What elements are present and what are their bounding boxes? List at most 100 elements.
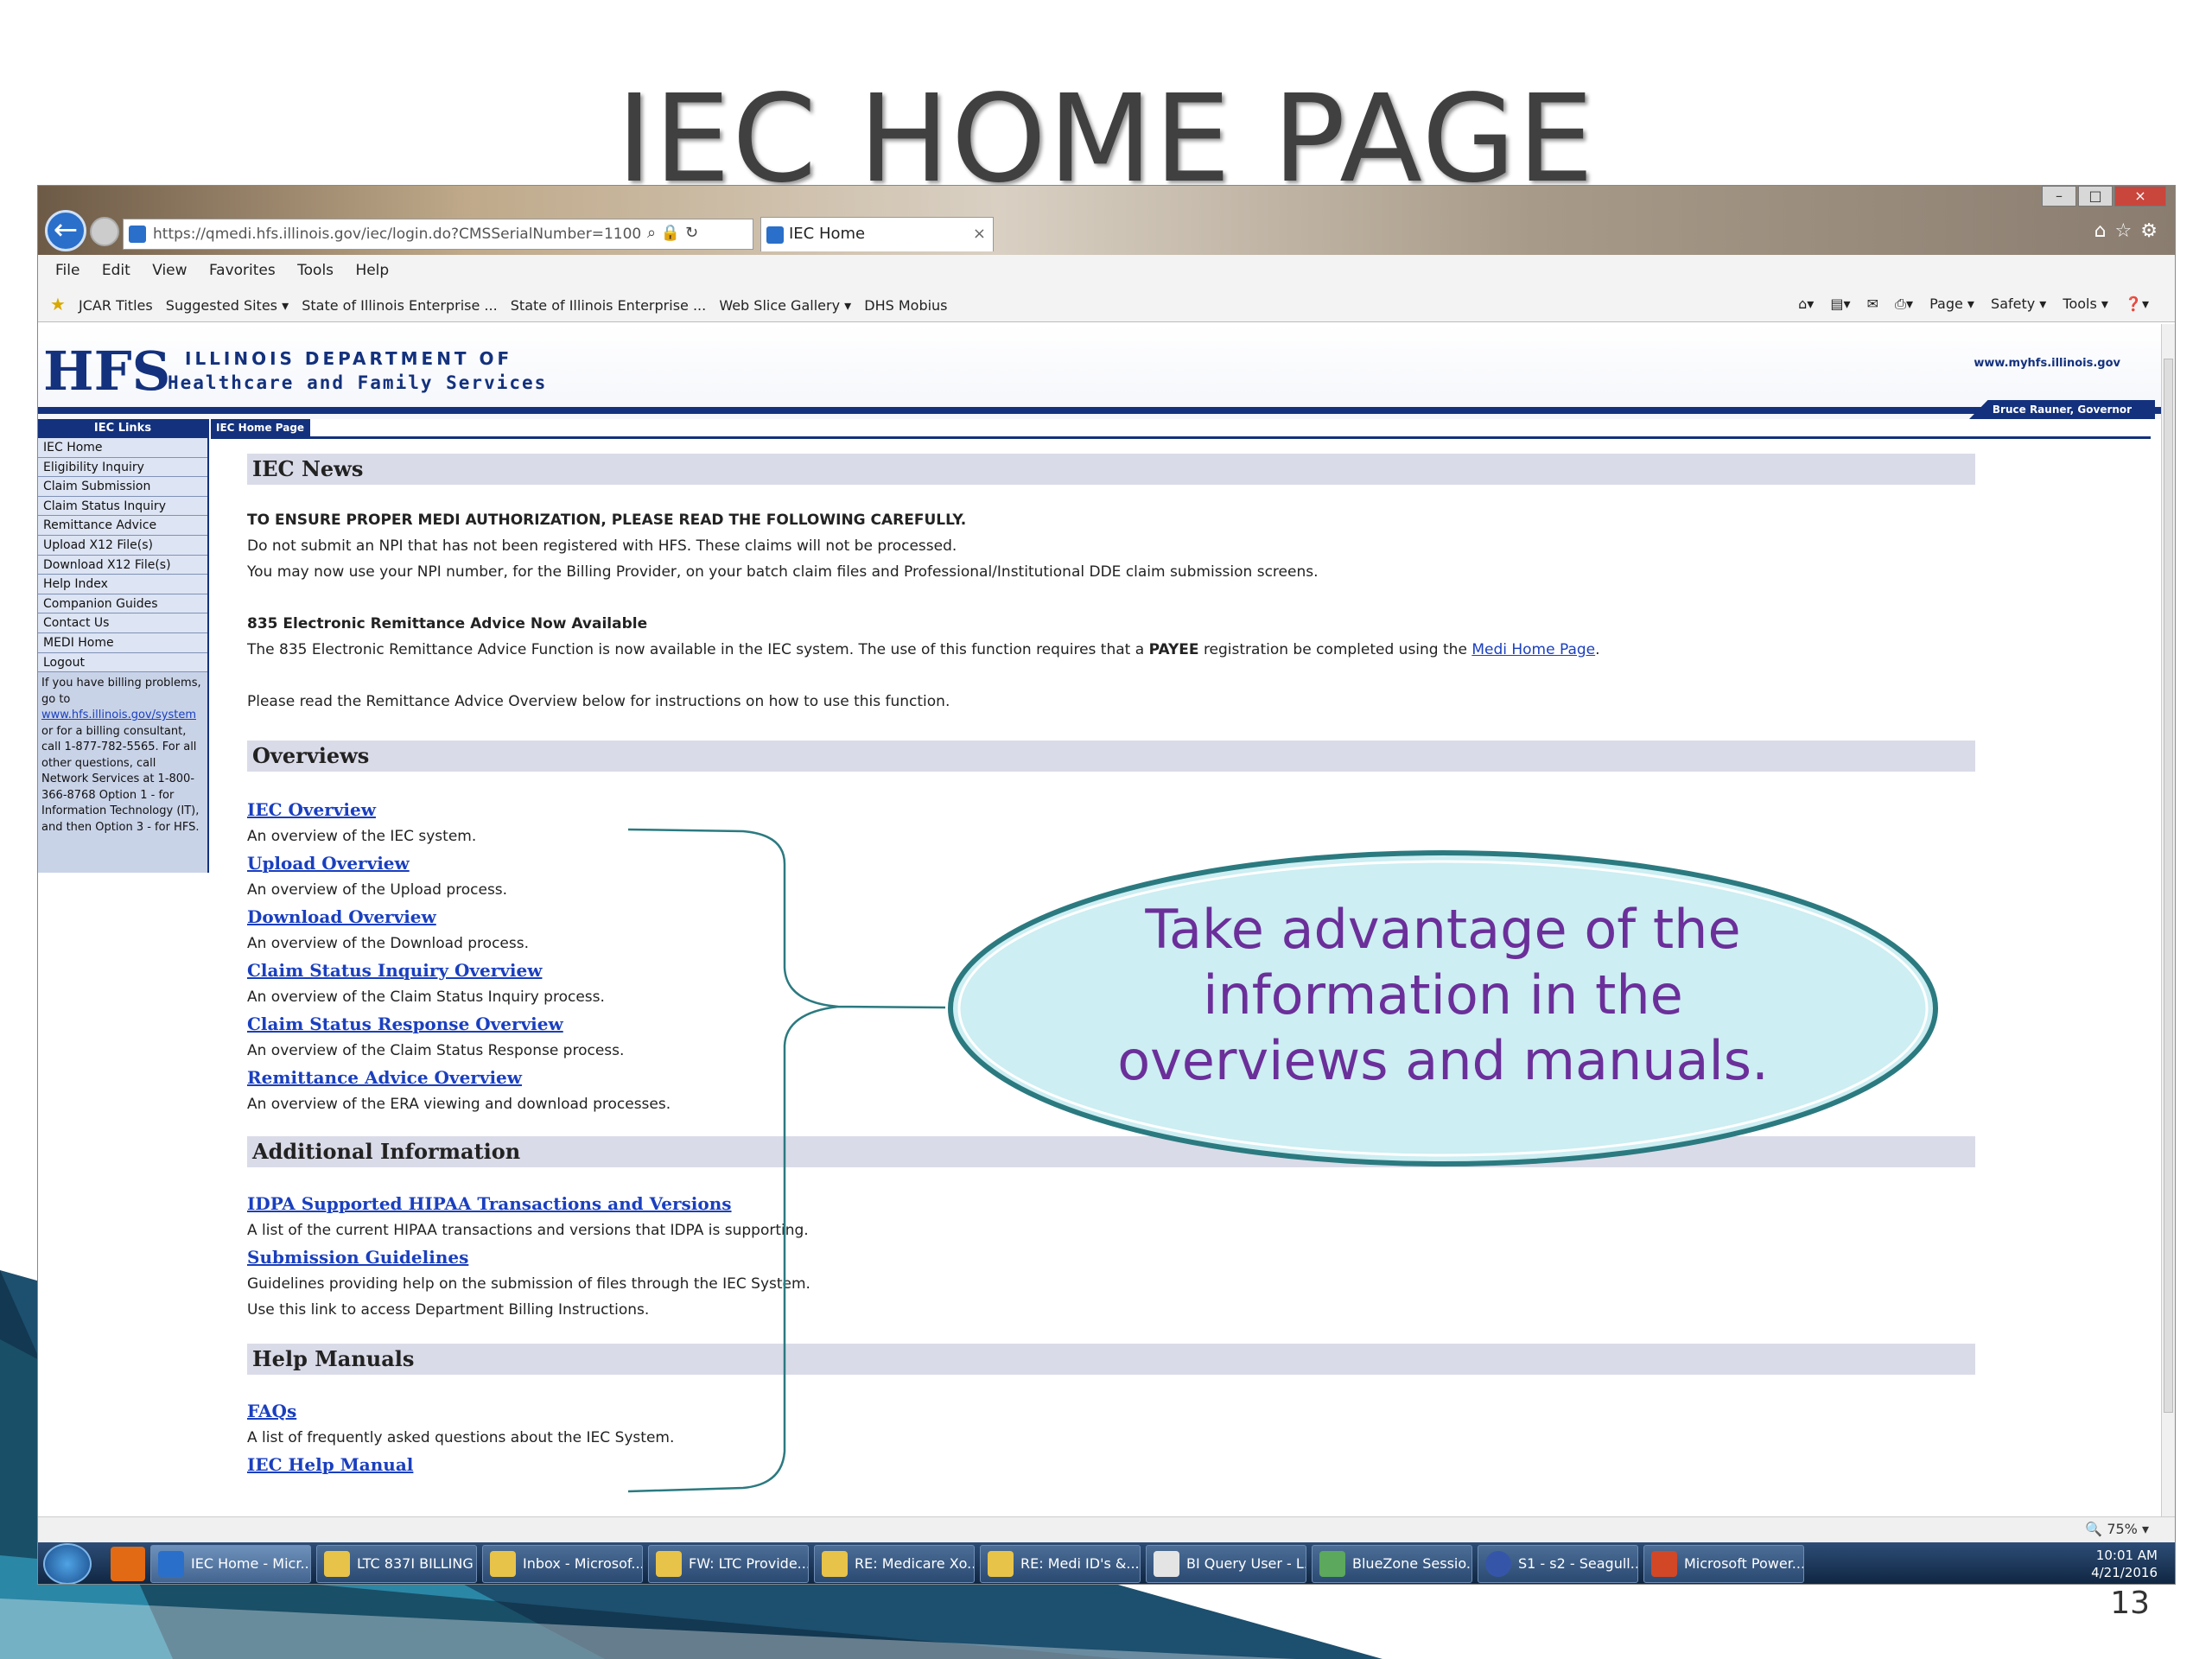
submission-guidelines-link[interactable]: Submission Guidelines xyxy=(247,1243,1975,1271)
medi-home-page-link[interactable]: Medi Home Page xyxy=(1471,641,1595,658)
read-note: Please read the Remittance Advice Overvi… xyxy=(247,693,950,710)
task-seagull[interactable]: S1 - s2 - Seagull... xyxy=(1478,1545,1638,1583)
task-iec-home[interactable]: IEC Home - Micr... xyxy=(150,1545,311,1583)
maximize-button[interactable]: □ xyxy=(2078,186,2113,207)
home-icon[interactable]: ⌂ xyxy=(2094,220,2115,242)
tab-label: IEC Home xyxy=(789,225,866,243)
task-re-medicare[interactable]: RE: Medicare Xo... xyxy=(814,1545,975,1583)
menu-file[interactable]: File xyxy=(55,262,79,279)
cmd-page[interactable]: Page ▾ xyxy=(1929,296,1974,312)
iec-news-heading: IEC News xyxy=(247,454,1975,485)
fav-suggested-sites[interactable]: Suggested Sites ▾ xyxy=(166,297,289,314)
menu-edit[interactable]: Edit xyxy=(102,262,130,279)
zoom-level[interactable]: 🔍 75% ▾ xyxy=(2085,1521,2149,1537)
sidebar-item-claim-status-inquiry[interactable]: Claim Status Inquiry xyxy=(38,496,207,517)
task-re-medi-ids[interactable]: RE: Medi ID's &... xyxy=(980,1545,1141,1583)
outlook-icon xyxy=(490,1551,516,1577)
sidebar-item-upload[interactable]: Upload X12 File(s) xyxy=(38,535,207,556)
media-player-icon[interactable] xyxy=(111,1547,145,1581)
address-url: https://qmedi.hfs.illinois.gov/iec/login… xyxy=(153,226,642,243)
cmd-feeds-icon[interactable]: ▤▾ xyxy=(1830,296,1850,312)
favorites-star-icon[interactable]: ★ xyxy=(50,294,66,315)
task-label: Microsoft Power... xyxy=(1684,1555,1804,1572)
task-inbox[interactable]: Inbox - Microsof... xyxy=(482,1545,643,1583)
lock-icon: 🔒 xyxy=(660,224,681,242)
sidebar-item-medi-home[interactable]: MEDI Home xyxy=(38,632,207,653)
tab-iec-home[interactable]: IEC Home × xyxy=(760,217,994,251)
powerpoint-icon xyxy=(1651,1551,1677,1577)
address-tools[interactable]: ⌕ 🔒 ↻ xyxy=(647,219,698,250)
fav-dhs-mobius[interactable]: DHS Mobius xyxy=(864,297,947,314)
gear-icon[interactable]: ⚙ xyxy=(2140,220,2166,242)
fav-web-slice-gallery[interactable]: Web Slice Gallery ▾ xyxy=(719,297,851,314)
task-powerpoint[interactable]: Microsoft Power... xyxy=(1643,1545,1804,1583)
back-arrow-icon[interactable]: ← xyxy=(45,210,86,251)
ie-icon xyxy=(158,1551,184,1577)
close-button[interactable]: × xyxy=(2114,186,2166,207)
sidebar-item-iec-home[interactable]: IEC Home xyxy=(38,438,207,458)
fav-jcar-titles[interactable]: JCAR Titles xyxy=(79,297,153,314)
menu-tools[interactable]: Tools xyxy=(297,262,334,279)
menu-help[interactable]: Help xyxy=(355,262,389,279)
ie-tab-icon xyxy=(766,226,784,244)
search-icon[interactable]: ⌕ xyxy=(647,224,656,242)
dept-name-line1: ILLINOIS DEPARTMENT OF xyxy=(185,348,513,369)
task-ltc-billing[interactable]: LTC 837I BILLING xyxy=(316,1545,477,1583)
task-bi-query[interactable]: BI Query User - L... xyxy=(1146,1545,1306,1583)
task-fw-ltc[interactable]: FW: LTC Provide... xyxy=(648,1545,809,1583)
page-tab-iec-home[interactable]: IEC Home Page xyxy=(211,419,310,436)
status-bar: 🔍 75% ▾ xyxy=(38,1516,2175,1542)
sidebar-item-download[interactable]: Download X12 File(s) xyxy=(38,555,207,575)
faqs-link[interactable]: FAQs xyxy=(247,1397,1975,1425)
task-bluezone[interactable]: BlueZone Sessio... xyxy=(1312,1545,1472,1583)
vertical-scrollbar[interactable] xyxy=(2161,324,2175,1516)
refresh-icon[interactable]: ↻ xyxy=(685,224,698,242)
task-label: BlueZone Sessio... xyxy=(1352,1555,1472,1572)
sidebar-item-remittance-advice[interactable]: Remittance Advice xyxy=(38,516,207,536)
start-button[interactable] xyxy=(43,1543,92,1584)
cmd-safety[interactable]: Safety ▾ xyxy=(1991,296,2046,312)
hfs-logo[interactable]: HFS xyxy=(43,340,170,403)
iec-help-manual-link[interactable]: IEC Help Manual xyxy=(247,1451,1975,1478)
sidebar-item-contact-us[interactable]: Contact Us xyxy=(38,613,207,633)
close-tab-icon[interactable]: × xyxy=(973,218,986,251)
iec-overview-link[interactable]: IEC Overview xyxy=(247,796,1975,823)
iec-overview-desc: An overview of the IEC system. xyxy=(247,828,477,845)
minimize-button[interactable]: – xyxy=(2042,186,2076,207)
sidebar-item-eligibility-inquiry[interactable]: Eligibility Inquiry xyxy=(38,457,207,478)
site-url: www.myhfs.illinois.gov xyxy=(1974,357,2120,370)
star-icon[interactable]: ☆ xyxy=(2115,220,2141,242)
system-tray[interactable]: 10:01 AM 4/21/2016 xyxy=(2091,1547,2158,1581)
sidebar-item-help-index[interactable]: Help Index xyxy=(38,575,207,594)
sidebar-note-link[interactable]: www.hfs.illinois.gov/system xyxy=(41,709,196,721)
bi-query-icon xyxy=(1154,1551,1179,1577)
news-line2: You may now use your NPI number, for the… xyxy=(247,563,1319,581)
era-text: The 835 Electronic Remittance Advice Fun… xyxy=(247,637,1975,663)
cmd-mail-icon[interactable]: ✉ xyxy=(1867,296,1878,312)
menu-view[interactable]: View xyxy=(152,262,187,279)
fav-state-enterprise-1[interactable]: State of Illinois Enterprise ... xyxy=(302,297,497,314)
forward-arrow-icon[interactable] xyxy=(90,217,119,246)
era-text-pre: The 835 Electronic Remittance Advice Fun… xyxy=(247,641,1145,658)
menu-favorites[interactable]: Favorites xyxy=(209,262,276,279)
window-titlebar: – □ × ← https://qmedi.hfs.illinois.gov/i… xyxy=(38,186,2175,255)
scrollbar-thumb[interactable] xyxy=(2164,359,2173,1413)
news-line1: Do not submit an NPI that has not been r… xyxy=(247,537,957,555)
era-text-mid: registration be completed using the xyxy=(1203,641,1467,658)
cmd-print-icon[interactable]: ⎙▾ xyxy=(1895,296,1913,312)
sidebar-item-logout[interactable]: Logout xyxy=(38,652,207,673)
callout-line1: Take advantage of the xyxy=(1145,898,1741,961)
hfs-header: HFS ILLINOIS DEPARTMENT OF Healthcare an… xyxy=(38,324,2164,419)
faqs-desc: A list of frequently asked questions abo… xyxy=(247,1429,675,1446)
windows-taskbar: IEC Home - Micr... LTC 837I BILLING Inbo… xyxy=(38,1542,2175,1584)
fav-state-enterprise-2[interactable]: State of Illinois Enterprise ... xyxy=(511,297,706,314)
hipaa-transactions-link[interactable]: IDPA Supported HIPAA Transactions and Ve… xyxy=(247,1190,1975,1217)
sidebar-item-claim-submission[interactable]: Claim Submission xyxy=(38,477,207,497)
cmd-home-icon[interactable]: ⌂▾ xyxy=(1798,296,1814,312)
mail-icon xyxy=(822,1551,848,1577)
sidebar-item-companion-guides[interactable]: Companion Guides xyxy=(38,594,207,614)
task-label: S1 - s2 - Seagull... xyxy=(1518,1555,1638,1572)
cmd-tools[interactable]: Tools ▾ xyxy=(2063,296,2108,312)
help-icon[interactable]: ❓▾ xyxy=(2125,296,2149,312)
task-label: FW: LTC Provide... xyxy=(689,1555,809,1572)
